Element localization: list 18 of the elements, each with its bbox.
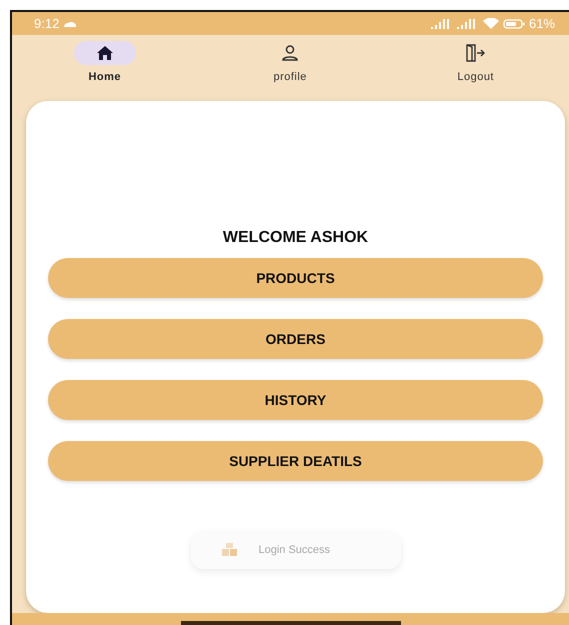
- wifi-icon: [482, 18, 499, 29]
- menu-button[interactable]: PRODUCTS: [48, 258, 543, 298]
- person-icon: [281, 45, 300, 61]
- cloud-icon: [63, 20, 78, 27]
- menu-button[interactable]: ORDERS: [48, 319, 543, 359]
- home-icon: [96, 46, 113, 60]
- boxes-icon: [220, 543, 238, 557]
- menu-button[interactable]: SUPPLIER DEATILS: [48, 441, 543, 481]
- welcome-heading: WELCOME ASHOK: [222, 228, 368, 248]
- nav-tab[interactable]: Home: [12, 35, 198, 97]
- clock: 9:12: [34, 14, 60, 33]
- nav-tab[interactable]: Logout: [382, 35, 568, 97]
- battery-icon: [502, 18, 525, 28]
- toast-message: Login Success: [258, 542, 330, 558]
- battery-percentage: 61%: [528, 14, 555, 33]
- logout-icon: [466, 44, 486, 62]
- nav-tab[interactable]: profile: [197, 35, 383, 97]
- menu-button[interactable]: HISTORY: [48, 380, 543, 420]
